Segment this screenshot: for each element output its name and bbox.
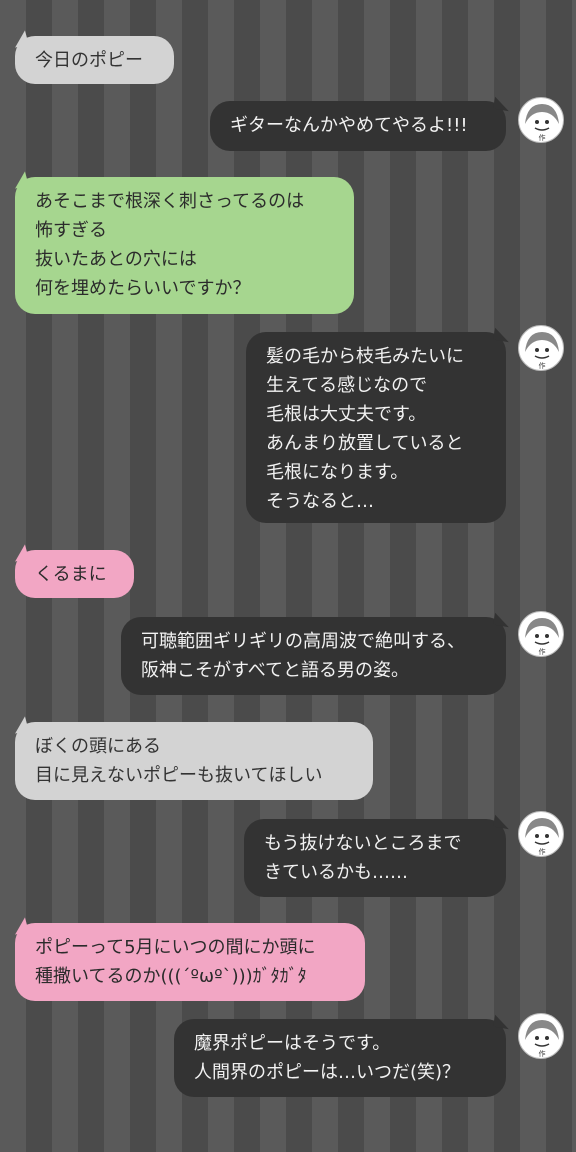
message-bubble-received: ぼくの頭にある 目に見えないポピーも抜いてほしい xyxy=(15,722,373,800)
message-bubble-received: ポピーって5月にいつの間にか頭に 種撒いてるのか(((´ºωº`)))ｶﾞﾀｶﾞ… xyxy=(15,923,365,1001)
message-bubble-received: 今日のポピー xyxy=(15,36,174,84)
avatar-caption: 作 xyxy=(539,847,546,856)
author-avatar-icon: 作 xyxy=(518,325,564,371)
message-bubble-sent: 髪の毛から枝毛みたいに 生えてる感じなので 毛根は大丈夫です。 あんまり放置して… xyxy=(246,332,506,523)
message-bubble-sent: 可聴範囲ギリギリの高周波で絶叫する、 阪神こそがすべてと語る男の姿。 xyxy=(121,617,506,695)
message-bubble-received: あそこまで根深く刺さってるのは 怖すぎる 抜いたあとの穴には 何を埋めたらいいで… xyxy=(15,177,354,314)
message-bubble-sent: もう抜けないところまで きているかも…… xyxy=(244,819,506,897)
message-bubble-sent: 魔界ポピーはそうです。 人間界のポピーは…いつだ(笑)？ xyxy=(174,1019,506,1097)
avatar-caption: 作 xyxy=(539,1049,546,1058)
author-avatar-icon: 作 xyxy=(518,1013,564,1059)
avatar-caption: 作 xyxy=(539,647,546,656)
author-avatar-icon: 作 xyxy=(518,611,564,657)
author-avatar-icon: 作 xyxy=(518,811,564,857)
author-avatar-icon: 作 xyxy=(518,97,564,143)
message-bubble-received: くるまに xyxy=(15,550,134,598)
avatar-caption: 作 xyxy=(539,361,546,370)
avatar-caption: 作 xyxy=(539,133,546,142)
message-bubble-sent: ギターなんかやめてやるよ!!! xyxy=(210,101,506,151)
